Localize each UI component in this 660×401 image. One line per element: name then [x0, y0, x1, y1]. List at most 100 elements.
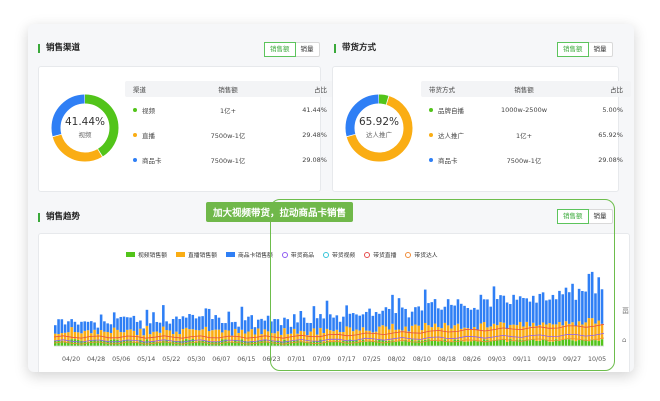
trend-bar [175, 316, 178, 332]
trend-bar [247, 331, 250, 342]
trend-bar [198, 316, 201, 331]
trend-bar [224, 329, 227, 340]
trend-bar [260, 318, 263, 335]
trend-bar [152, 331, 155, 342]
trend-bar [224, 323, 227, 330]
trend-bar [184, 339, 188, 346]
trend-bar [106, 323, 109, 333]
trend-bar [145, 309, 149, 326]
trend-bar [148, 323, 152, 335]
trend-bar [256, 328, 260, 341]
trend-bar [116, 329, 119, 340]
trend-bar [256, 319, 260, 329]
trend-bar [178, 319, 181, 335]
trend-bar [122, 316, 126, 333]
trend-bar [207, 308, 211, 332]
trend-bar [126, 329, 129, 341]
trend-bar [234, 321, 237, 329]
trend-bar [80, 340, 83, 346]
trend-bar [73, 321, 77, 332]
trend-bar [76, 332, 80, 340]
trend-bar [201, 340, 204, 346]
trend-bar [145, 339, 149, 346]
trend-bar [106, 332, 109, 341]
trend-bar [126, 340, 129, 346]
trend-bar [237, 326, 240, 333]
trend-bar [109, 339, 113, 346]
trend-bar [260, 341, 263, 346]
trend-bar [139, 328, 142, 341]
trend-bar [155, 321, 159, 332]
annotation-callout: 加大视频带货，拉动商品卡销售 [206, 202, 354, 222]
trend-bar [67, 321, 70, 333]
trend-bar [204, 326, 208, 341]
x-tick-label: 06/15 [237, 356, 256, 363]
trend-bar [99, 339, 103, 346]
trend-bar [191, 329, 195, 340]
trend-bar [211, 319, 214, 331]
trend-bar [181, 316, 185, 330]
trend-bar [263, 329, 267, 340]
x-tick-label: 05/14 [137, 356, 156, 363]
trend-bar [263, 320, 267, 330]
trend-bar [162, 305, 165, 327]
trend-bar [126, 317, 129, 330]
trend-bar [165, 330, 168, 340]
trend-bar [63, 324, 67, 333]
trend-bar [90, 321, 93, 334]
x-tick-label: 06/07 [212, 356, 231, 363]
trend-bar [211, 330, 214, 342]
trend-bar [122, 332, 126, 340]
trend-bar [93, 329, 96, 340]
trend-bar [116, 339, 119, 346]
trend-bar [243, 333, 247, 341]
trend-bar [135, 321, 139, 335]
trend-bar [165, 321, 168, 331]
trend-bar [201, 329, 204, 341]
trend-bar [57, 340, 60, 346]
trend-bar [214, 315, 217, 330]
trend-bar [158, 322, 162, 333]
trend-bar [201, 316, 204, 330]
trend-bar [57, 334, 60, 341]
trend-bar [168, 323, 172, 331]
side-icon[interactable]: 畐 [622, 306, 629, 316]
trend-bar [83, 330, 87, 342]
trend-bar [145, 325, 149, 340]
trend-bar [266, 315, 270, 332]
trend-bar [90, 340, 93, 346]
trend-bar [139, 320, 142, 329]
trend-bar [178, 334, 181, 341]
trend-bar [109, 324, 113, 333]
trend-bar [103, 321, 106, 332]
x-tick-label: 05/30 [187, 356, 206, 363]
trend-bar [60, 319, 64, 334]
trend-bar [171, 319, 175, 335]
trend-bar [230, 322, 234, 336]
trend-bar [109, 332, 113, 340]
trend-bar [112, 339, 116, 346]
trend-bar [240, 306, 244, 330]
trend-bar [93, 322, 96, 330]
trend-bar [234, 340, 237, 346]
trend-bar [188, 314, 191, 330]
x-tick-label: 04/20 [62, 356, 81, 363]
trend-bar [220, 323, 224, 333]
trend-bar [165, 339, 168, 346]
side-icon[interactable]: ⌂ [622, 336, 626, 344]
trend-bar [263, 339, 267, 346]
trend-bar [119, 332, 123, 341]
trend-bar [70, 319, 73, 328]
trend-bar [142, 328, 145, 336]
trend-bar [237, 341, 240, 346]
trend-bar [86, 321, 90, 331]
trend-bar [207, 331, 211, 342]
trend-bar [217, 317, 221, 330]
trend-bar [181, 329, 185, 341]
trend-bar [116, 318, 119, 330]
trend-bar [73, 339, 77, 346]
trend-bar [240, 329, 244, 340]
trend-bar [191, 314, 195, 330]
trend-bar [96, 340, 100, 346]
trend-bar [220, 332, 224, 340]
